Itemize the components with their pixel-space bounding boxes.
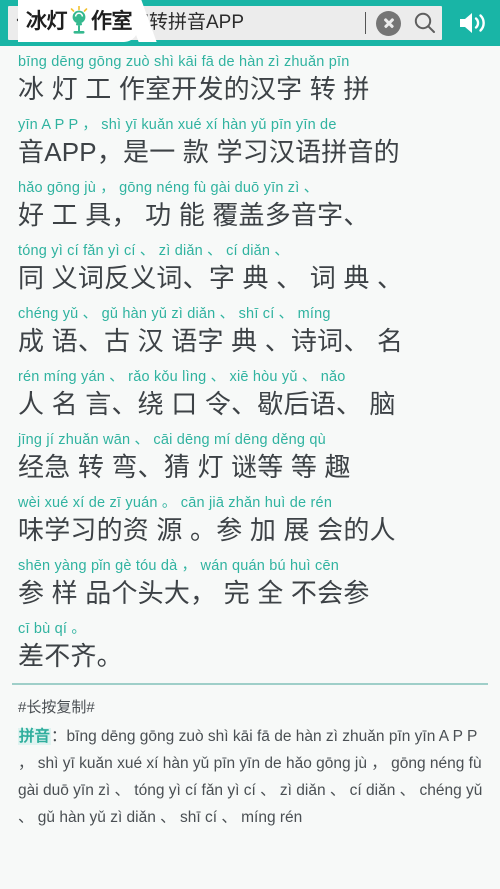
pinyin-content: bīng dēng gōng zuò shì kāi fā de hàn zì … [0, 46, 500, 675]
pinyin-row: jīng jí zhuǎn wān 、 cāi dēng mí dēng děn… [18, 432, 326, 448]
copy-colon: ： [51, 728, 67, 745]
studio-logo: 冰灯 作室 [18, 0, 138, 42]
pinyin-label: 拼音 [18, 728, 52, 745]
lamp-icon [68, 6, 90, 36]
hanzi-row: 味学习的资 源 。参 加 展 会的人 [18, 515, 396, 545]
ruby-line: wèi xué xí de zī yuán 。 cān jiā zhǎn huì… [18, 493, 486, 549]
pinyin-row: shēn yàng pǐn gè tóu dà ， wán quán bú hu… [18, 558, 339, 574]
ruby-line: tóng yì cí fǎn yì cí 、 zì diǎn 、 cí diǎn… [18, 241, 486, 297]
pinyin-row: yīn A P P ， shì yī kuǎn xué xí hàn yǔ pī… [18, 117, 337, 133]
clear-icon[interactable] [376, 10, 401, 36]
ruby-line: yīn A P P ， shì yī kuǎn xué xí hàn yǔ pī… [18, 115, 486, 171]
ruby-line: hǎo gōng jù ， gōng néng fù gài duō yīn z… [18, 178, 486, 234]
hanzi-row: 成 语、古 汉 语字 典 、诗词、 名 [18, 326, 404, 356]
hanzi-row: 差不齐。 [18, 641, 123, 671]
hanzi-row: 好 工 具， 功 能 覆盖多音字、 [18, 200, 370, 230]
pinyin-row: cī bù qí 。 [18, 621, 87, 637]
logo-text-right: 作室 [91, 9, 133, 33]
pinyin-row: wèi xué xí de zī yuán 。 cān jiā zhǎn huì… [18, 495, 333, 511]
hanzi-row: 冰 灯 工 作室开发的汉字 转 拼 [18, 74, 370, 104]
app-header: 作室开发的汉字转拼音APP 冰灯 [0, 0, 500, 46]
speaker-icon[interactable] [452, 6, 494, 40]
ruby-line: chéng yǔ 、 gǔ hàn yǔ zì diǎn 、 shī cí 、 … [18, 304, 486, 360]
pinyin-row: hǎo gōng jù ， gōng néng fù gài duō yīn z… [18, 180, 319, 196]
search-icon[interactable] [408, 6, 442, 40]
ruby-line: shēn yàng pǐn gè tóu dà ， wán quán bú hu… [18, 556, 486, 612]
ruby-line: jīng jí zhuǎn wān 、 cāi dēng mí dēng děn… [18, 430, 486, 486]
copy-body[interactable]: 拼音：bīng dēng gōng zuò shì kāi fā de hàn … [18, 723, 486, 831]
pinyin-row: rén míng yán 、 rǎo kǒu lìng 、 xiē hòu yǔ… [18, 369, 346, 385]
pinyin-row: tóng yì cí fǎn yì cí 、 zì diǎn 、 cí diǎn… [18, 243, 290, 259]
text-caret [365, 12, 366, 34]
hanzi-row: 同 义词反义词、字 典 、 词 典 、 [18, 263, 404, 293]
hanzi-row: 参 样 品个头大， 完 全 不会参 [18, 578, 370, 608]
ruby-line: rén míng yán 、 rǎo kǒu lìng 、 xiē hòu yǔ… [18, 367, 486, 423]
logo-text-left: 冰灯 [26, 9, 68, 33]
long-press-copy-label: #长按复制# [18, 699, 95, 716]
copy-section[interactable]: #长按复制# 拼音：bīng dēng gōng zuò shì kāi fā … [0, 685, 500, 831]
hanzi-row: 音APP，是一 款 学习汉语拼音的 [18, 137, 400, 167]
hanzi-row: 人 名 言、绕 口 令、歇后语、 脑 [18, 389, 396, 419]
pinyin-row: chéng yǔ 、 gǔ hàn yǔ zì diǎn 、 shī cí 、 … [18, 306, 331, 322]
copy-text: bīng dēng gōng zuò shì kāi fā de hàn zì … [18, 728, 483, 826]
hanzi-row: 经急 转 弯、猜 灯 谜等 等 趣 [18, 452, 351, 482]
ruby-line: bīng dēng gōng zuò shì kāi fā de hàn zì … [18, 52, 486, 108]
pinyin-row: bīng dēng gōng zuò shì kāi fā de hàn zì … [18, 54, 350, 70]
ruby-line: cī bù qí 。 差不齐。 [18, 619, 486, 675]
